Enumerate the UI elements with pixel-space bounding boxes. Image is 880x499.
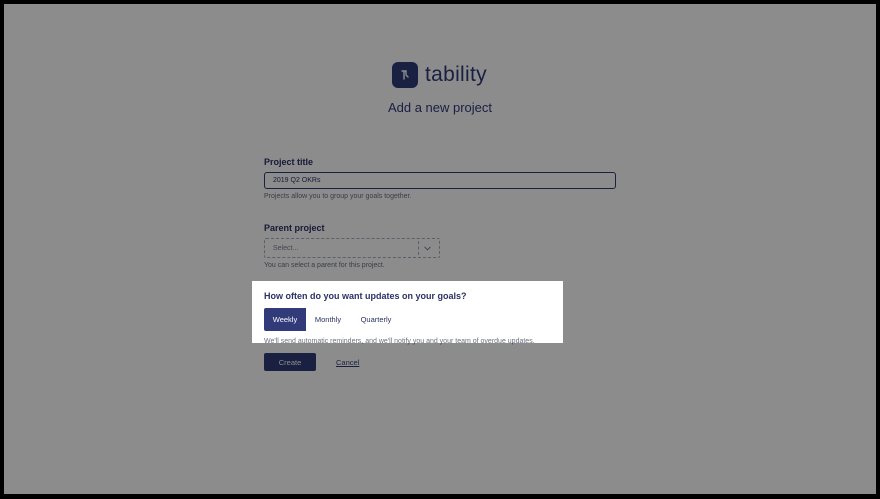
- cancel-link[interactable]: Cancel: [336, 358, 359, 367]
- page-title: Add a new project: [387, 100, 493, 115]
- parent-project-field: Parent project Select... You can select …: [264, 223, 440, 269]
- update-frequency-field: How often do you want updates on your go…: [264, 291, 535, 345]
- create-button[interactable]: Create: [264, 353, 316, 371]
- project-title-label: Project title: [264, 157, 314, 167]
- option-quarterly[interactable]: Quarterly: [350, 308, 402, 331]
- form-actions: Create Cancel: [264, 353, 359, 371]
- project-title-input[interactable]: [264, 172, 616, 189]
- option-monthly[interactable]: Monthly: [306, 308, 350, 331]
- project-title-hint: Projects allow you to group your goals t…: [264, 193, 412, 200]
- parent-project-select[interactable]: Select...: [264, 238, 440, 258]
- brand-name: tability: [425, 63, 487, 86]
- brand-logo: tability: [392, 60, 487, 90]
- parent-project-hint: You can select a parent for this project…: [264, 262, 385, 269]
- update-frequency-hint: We'll send automatic reminders, and we'l…: [264, 338, 535, 345]
- parent-project-placeholder: Select...: [273, 244, 299, 252]
- screen: tability Add a new project Project title…: [4, 4, 876, 494]
- option-weekly[interactable]: Weekly: [264, 308, 306, 331]
- parent-project-label: Parent project: [264, 223, 325, 233]
- chevron-down-icon[interactable]: [418, 241, 431, 255]
- tability-logo-icon: [392, 62, 418, 88]
- update-frequency-selector: Weekly Monthly Quarterly: [264, 308, 408, 331]
- project-title-field: Project title Projects allow you to grou…: [264, 157, 616, 200]
- update-frequency-label: How often do you want updates on your go…: [264, 291, 467, 301]
